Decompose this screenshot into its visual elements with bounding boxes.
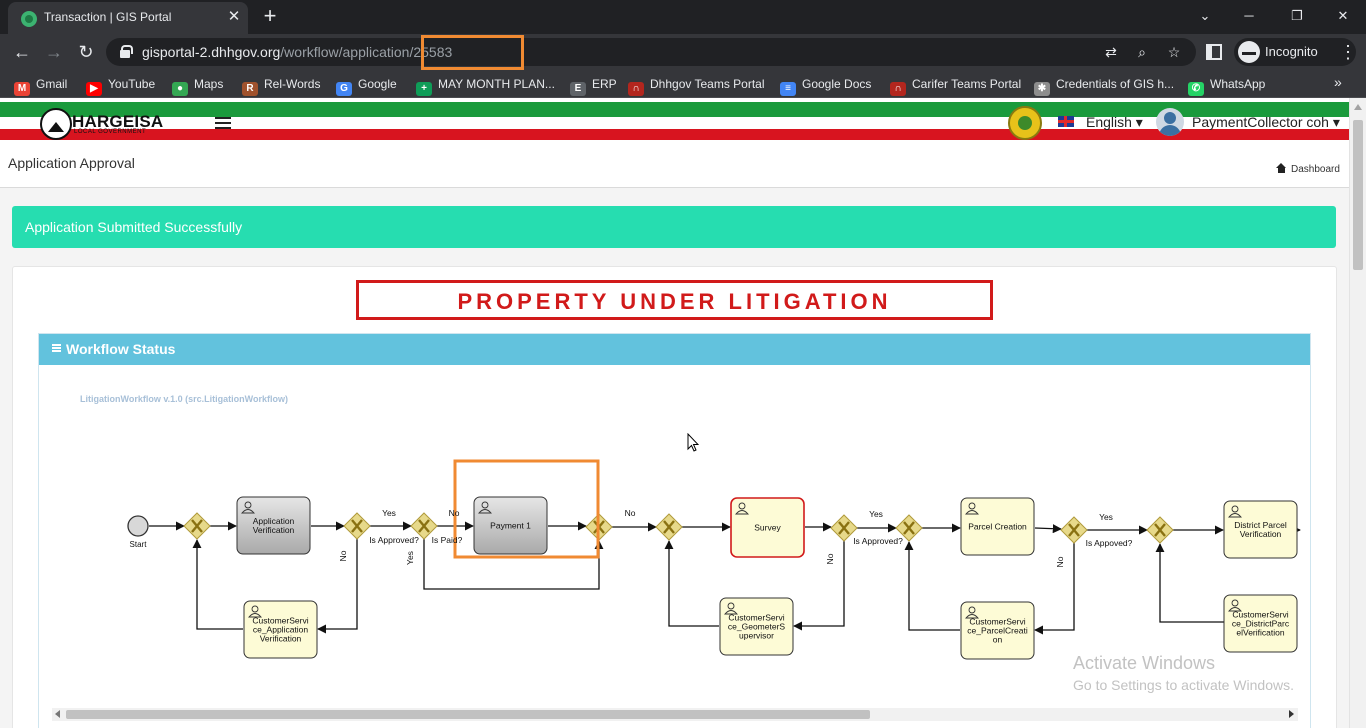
task-label: upervisor <box>739 631 774 641</box>
edge-label-no: No <box>625 508 636 518</box>
horizontal-scrollbar[interactable] <box>52 708 1298 721</box>
task-label: elVerification <box>1236 628 1284 638</box>
scroll-right-arrow-icon[interactable] <box>1289 710 1294 718</box>
workflow-diagram: StartApplicationVerificationCustomerServ… <box>127 459 1301 660</box>
edge-label-no: No <box>825 553 835 564</box>
task-label: Payment 1 <box>490 521 531 531</box>
gateway-label-is-paid: Is Paid? <box>432 535 463 545</box>
edge-label-yes: Yes <box>382 508 396 518</box>
task-label: Verification <box>260 634 302 644</box>
edge-label-no: No <box>449 508 460 518</box>
vertical-scrollbar[interactable] <box>1349 98 1366 728</box>
gateway-label-is-approved: Is Approved? <box>369 535 419 545</box>
scroll-up-arrow-icon[interactable] <box>1354 104 1362 110</box>
gateway-label-is-approved: Is Approved? <box>853 536 903 546</box>
task-label: Verification <box>1240 529 1282 539</box>
horizontal-scroll-thumb[interactable] <box>66 710 870 719</box>
start-event-icon[interactable] <box>127 515 149 537</box>
task-label: Survey <box>754 523 781 533</box>
edge-label-no: No <box>1055 556 1065 567</box>
edge-label-yes: Yes <box>1099 512 1113 522</box>
task-label: Verification <box>253 525 295 535</box>
activate-windows-subtitle: Go to Settings to activate Windows. <box>1073 677 1294 693</box>
edge-label-yes: Yes <box>869 509 883 519</box>
task-label: Parcel Creation <box>968 522 1027 532</box>
mouse-cursor-icon <box>687 433 699 452</box>
start-label: Start <box>130 540 148 549</box>
activate-windows-title: Activate Windows <box>1073 653 1216 673</box>
gateway-label-is-appoved: Is Appoved? <box>1086 538 1133 548</box>
task-label: on <box>993 635 1003 645</box>
vertical-scroll-thumb[interactable] <box>1353 120 1363 270</box>
edge-label-no: No <box>338 550 348 561</box>
scroll-left-arrow-icon[interactable] <box>55 710 60 718</box>
edge-label-yes: Yes <box>405 551 415 565</box>
